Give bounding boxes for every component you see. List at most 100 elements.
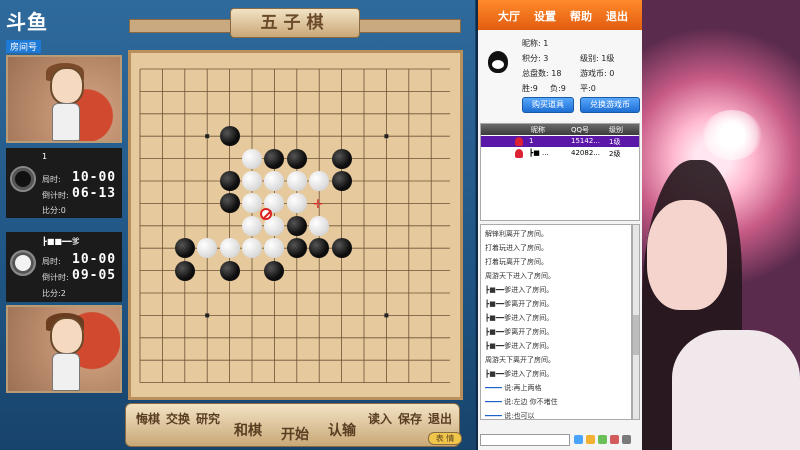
start-button[interactable]: 开始 — [281, 424, 309, 444]
send-icon[interactable] — [622, 435, 631, 444]
countdown-label: 倒计时: — [42, 273, 69, 282]
row-name: 1 — [529, 137, 534, 145]
color-icon[interactable] — [610, 435, 619, 444]
draw-button[interactable]: 和棋 — [234, 420, 262, 440]
menu-lobby[interactable]: 大厅 — [498, 8, 520, 24]
menu-settings[interactable]: 设置 — [534, 8, 556, 24]
chat-message: 打着玩离开了房间。 — [485, 257, 548, 267]
player-bottom-info: ┣■■━━爹 局时: 10-00 倒计时: 09-05 比分:2 — [6, 232, 122, 302]
user-icon — [515, 149, 523, 158]
losses: 负:9 — [550, 84, 566, 93]
chat-text: ┣■━━爹离开了房间。 — [485, 328, 554, 336]
chat-text: 说:再上两格 — [504, 384, 542, 392]
countdown-value: 09-05 — [72, 268, 117, 283]
chat-text: 周游天下进入了房间。 — [485, 272, 555, 280]
countdown-label: 倒计时: — [42, 191, 69, 200]
level: 级别: 1级 — [580, 54, 615, 63]
chat-text: 打着玩离开了房间。 — [485, 258, 548, 266]
black-stone — [264, 148, 285, 169]
black-stone — [286, 148, 307, 169]
time-label: 局时: — [42, 257, 61, 266]
white-stone — [242, 148, 262, 169]
draws: 平:0 — [580, 84, 596, 93]
chat-message: ┣■━━爹离开了房间。 — [485, 299, 553, 309]
swap-button[interactable]: 交换 — [166, 410, 190, 427]
emote-button[interactable]: 表 情 — [428, 432, 462, 445]
row-qq: 42082... — [571, 149, 600, 157]
chat-message: ┣■━━爹进入了房间。 — [485, 285, 553, 295]
chat-message: ┣■━━爹进入了房间。 — [485, 341, 553, 351]
load-button[interactable]: 读入 — [368, 410, 392, 427]
time-value: 10-00 — [72, 170, 117, 185]
user-icon — [515, 137, 523, 146]
chat-text: 打着玩进入了房间。 — [485, 244, 548, 252]
black-stone — [219, 171, 240, 191]
black-stone — [219, 193, 240, 214]
gift-icon[interactable] — [598, 435, 607, 444]
chat-input[interactable] — [480, 434, 570, 446]
black-stone — [264, 260, 285, 281]
table-row[interactable]: ┣■ ... 42082... 2级 — [481, 148, 639, 159]
emoji-icon[interactable] — [574, 435, 583, 444]
logo-text: 斗鱼 — [6, 10, 48, 34]
buy-items-button[interactable]: 购买道具 — [522, 97, 574, 113]
time-value: 10-00 — [72, 252, 117, 267]
star-point — [384, 134, 389, 139]
points: 积分: 3 — [522, 54, 549, 63]
gomoku-board[interactable]: ✛ — [138, 65, 450, 385]
row-level: 1级 — [609, 138, 621, 146]
chat-scrollbar[interactable] — [632, 224, 640, 420]
chat-sender: ━━━━ — [485, 412, 505, 420]
douyu-logo: 斗鱼 房间号 92000 — [6, 6, 76, 63]
score-label: 比分:2 — [42, 289, 66, 298]
cursor-crosshair-icon: ✛ — [312, 197, 324, 211]
black-stone — [219, 260, 240, 281]
white-stone — [242, 171, 262, 191]
star-point — [205, 134, 210, 139]
chat-message: ━━━━ 说:再上两格 — [485, 383, 541, 393]
col-level: 级别 — [609, 126, 623, 134]
game-title: 五子棋 — [129, 8, 461, 38]
study-button[interactable]: 研究 — [196, 410, 220, 427]
save-button[interactable]: 保存 — [398, 410, 422, 427]
chat-message: 周游天下进入了房间。 — [485, 271, 555, 281]
black-stone — [286, 215, 307, 236]
chat-text: ┣■━━爹离开了房间。 — [485, 300, 554, 308]
qq-penguin-icon — [488, 51, 508, 73]
chat-text: ┣■━━爹进入了房间。 — [485, 342, 554, 350]
chat-message: ━━━━ 说:左边 你不堵住 — [485, 397, 558, 407]
regret-button[interactable]: 悔棋 — [136, 410, 160, 427]
chat-sender: ━━━━ — [485, 384, 505, 392]
chat-log[interactable]: 解锋利离开了房间。 打着玩进入了房间。 打着玩离开了房间。 周游天下进入了房间。 ┣■━… — [480, 224, 632, 420]
black-stone — [174, 260, 195, 281]
menu-bar: 大厅 设置 帮助 退出 — [478, 0, 644, 30]
menu-help[interactable]: 帮助 — [570, 8, 592, 24]
chat-message: ┣■━━爹离开了房间。 — [485, 327, 553, 337]
flower-icon[interactable] — [586, 435, 595, 444]
total-games: 总盘数: 18 — [522, 69, 562, 78]
resign-button[interactable]: 认输 — [328, 420, 356, 440]
player-bottom-portrait — [6, 305, 122, 393]
black-stone — [331, 148, 352, 169]
coins: 游戏币: 0 — [580, 69, 615, 78]
chat-message: 打着玩进入了房间。 — [485, 243, 548, 253]
countdown-value: 06-13 — [72, 186, 117, 201]
room-tag: 房间号 — [6, 40, 42, 53]
black-stone-icon — [10, 166, 36, 192]
chat-sender: ━━━━ — [485, 398, 505, 406]
col-qq: QQ号 — [571, 126, 590, 134]
table-row[interactable]: 1 15142... 1级 — [481, 136, 639, 147]
player-top-portrait — [6, 55, 122, 143]
nickname: 昵称: 1 — [522, 39, 549, 48]
exit-game-button[interactable]: 退出 — [428, 410, 452, 427]
table-header: 昵称 QQ号 级别 — [481, 124, 639, 135]
player-top-name: 1 — [42, 152, 48, 161]
menu-exit[interactable]: 退出 — [606, 8, 628, 24]
wins: 胜:9 — [522, 84, 538, 93]
chat-text: ┣■━━爹进入了房间。 — [485, 286, 554, 294]
white-stone — [219, 238, 240, 259]
chat-text: 周游天下离开了房间。 — [485, 356, 555, 364]
white-stone — [309, 215, 330, 236]
chat-text: 说:也可以 — [504, 412, 535, 420]
exchange-coins-button[interactable]: 兑换游戏币 — [580, 97, 640, 113]
